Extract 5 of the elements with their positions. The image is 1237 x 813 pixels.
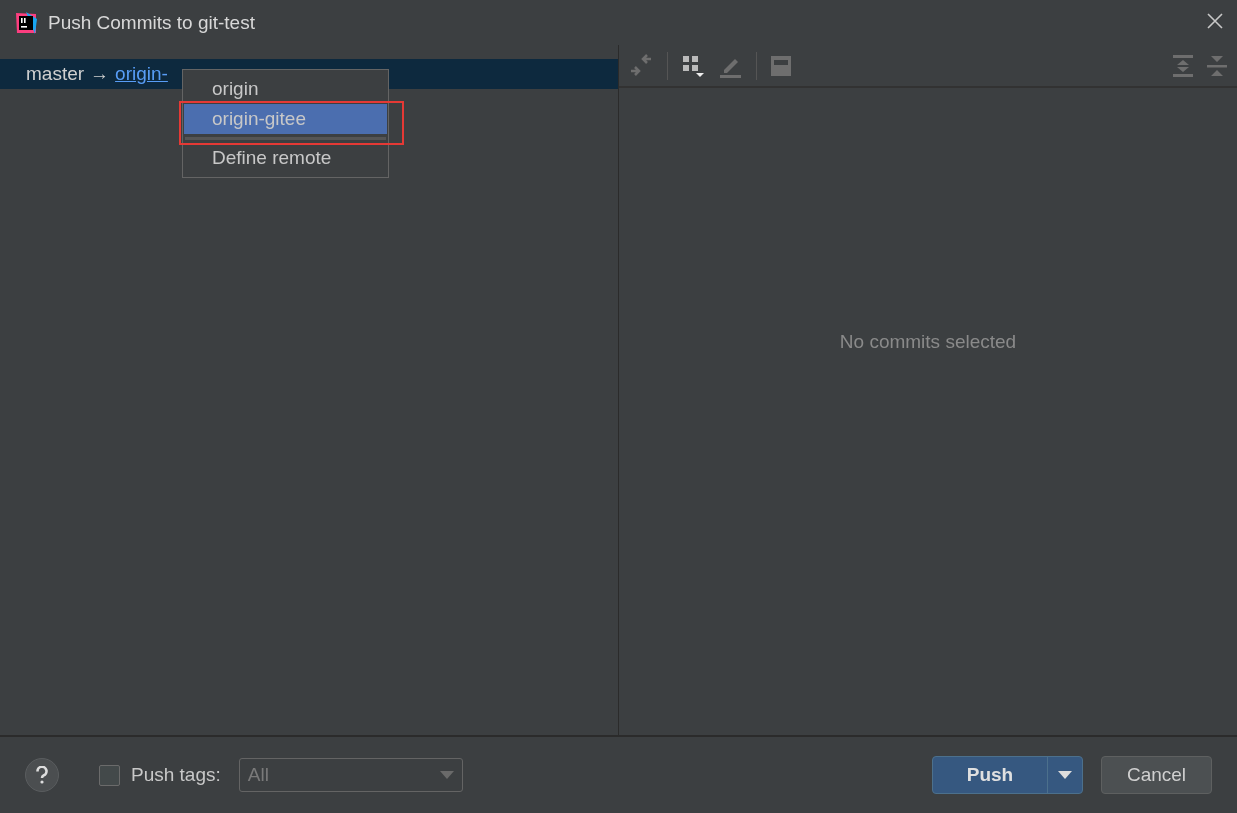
arrow-glyph: → — [90, 63, 110, 85]
window-title: Push Commits to git-test — [48, 11, 255, 34]
empty-message: No commits selected — [839, 330, 1017, 353]
branch-name: master — [26, 63, 85, 85]
checkbox-label: Push tags: — [131, 764, 221, 786]
